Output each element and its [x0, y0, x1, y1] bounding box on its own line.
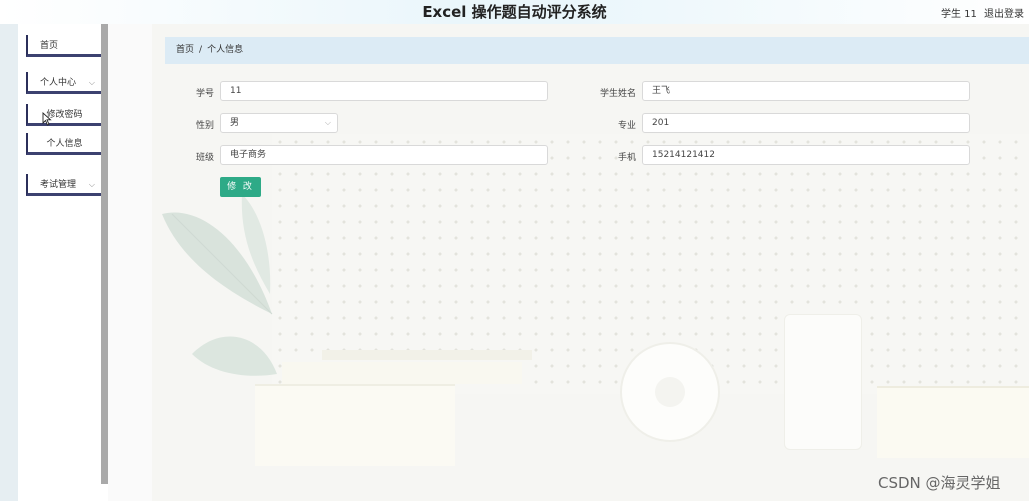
sidebar-item-label: 首页 [40, 41, 59, 51]
sidebar-item-label: 考试管理 [40, 180, 77, 190]
student-no-field[interactable]: 11 [220, 81, 548, 101]
decor-tray [282, 362, 522, 384]
gender-select[interactable]: 男 ⌵ [220, 113, 338, 133]
sidebar-item-label: 个人中心 [40, 78, 77, 88]
breadcrumb-home[interactable]: 首页 [176, 45, 194, 55]
student-name-field[interactable]: 王飞 [642, 81, 970, 101]
sidebar-item-change-password[interactable]: 修改密码 [26, 104, 104, 126]
sidebar-item-personal-info[interactable]: 个人信息 [26, 133, 104, 155]
sidebar-item-exam-management[interactable]: 考试管理 ⌵ [26, 174, 104, 196]
decor-tray-rim [322, 350, 532, 360]
top-header: Excel 操作题自动评分系统 学生 11 退出登录 [0, 0, 1029, 24]
mouse-cursor-icon [42, 112, 52, 126]
sidebar-item-home[interactable]: 首页 [26, 35, 104, 57]
logout-link[interactable]: 退出登录 [984, 5, 1024, 20]
chevron-down-icon: ⌵ [324, 118, 331, 127]
decor-tape-core [655, 377, 685, 407]
current-user-label: 学生 11 [941, 9, 977, 20]
sidebar-item-label: 个人信息 [46, 139, 83, 149]
sidebar: 首页 个人中心 ⌵ 修改密码 个人信息 考试管理 ⌵ [18, 24, 104, 501]
watermark-text: CSDN @海灵学姐 [878, 474, 1001, 492]
breadcrumb-separator: / [199, 45, 203, 55]
student-no-label: 学号 [195, 89, 214, 99]
chevron-down-icon: ⌵ [88, 180, 95, 189]
phone-field[interactable]: 15214121412 [642, 145, 970, 165]
breadcrumb: 首页 / 个人信息 [165, 37, 1029, 64]
app-title: Excel 操作题自动评分系统 [422, 3, 607, 21]
breadcrumb-current: 个人信息 [207, 45, 244, 55]
major-label: 专业 [617, 121, 636, 131]
main-content: 首页 / 个人信息 学号 11 学生姓名 王飞 性别 男 ⌵ 专业 201 班级 电… [152, 24, 1029, 501]
plant-illustration [162, 194, 277, 376]
sidebar-item-personal-center[interactable]: 个人中心 ⌵ [26, 72, 104, 94]
decor-cylinder [784, 314, 862, 450]
phone-label: 手机 [617, 153, 636, 163]
gender-selected-value: 男 [230, 118, 240, 128]
class-field[interactable]: 电子商务 [220, 145, 548, 165]
class-label: 班级 [195, 153, 214, 163]
sidebar-divider [101, 24, 108, 484]
chevron-down-icon: ⌵ [88, 78, 95, 87]
gender-label: 性别 [195, 121, 214, 131]
modify-button[interactable]: 修 改 [220, 177, 261, 197]
decor-box-left [255, 384, 455, 466]
sidebar-gap [108, 24, 152, 501]
student-name-label: 学生姓名 [599, 89, 636, 99]
major-field[interactable]: 201 [642, 113, 970, 133]
left-edge-strip [0, 24, 18, 501]
decor-box-right [877, 386, 1029, 458]
